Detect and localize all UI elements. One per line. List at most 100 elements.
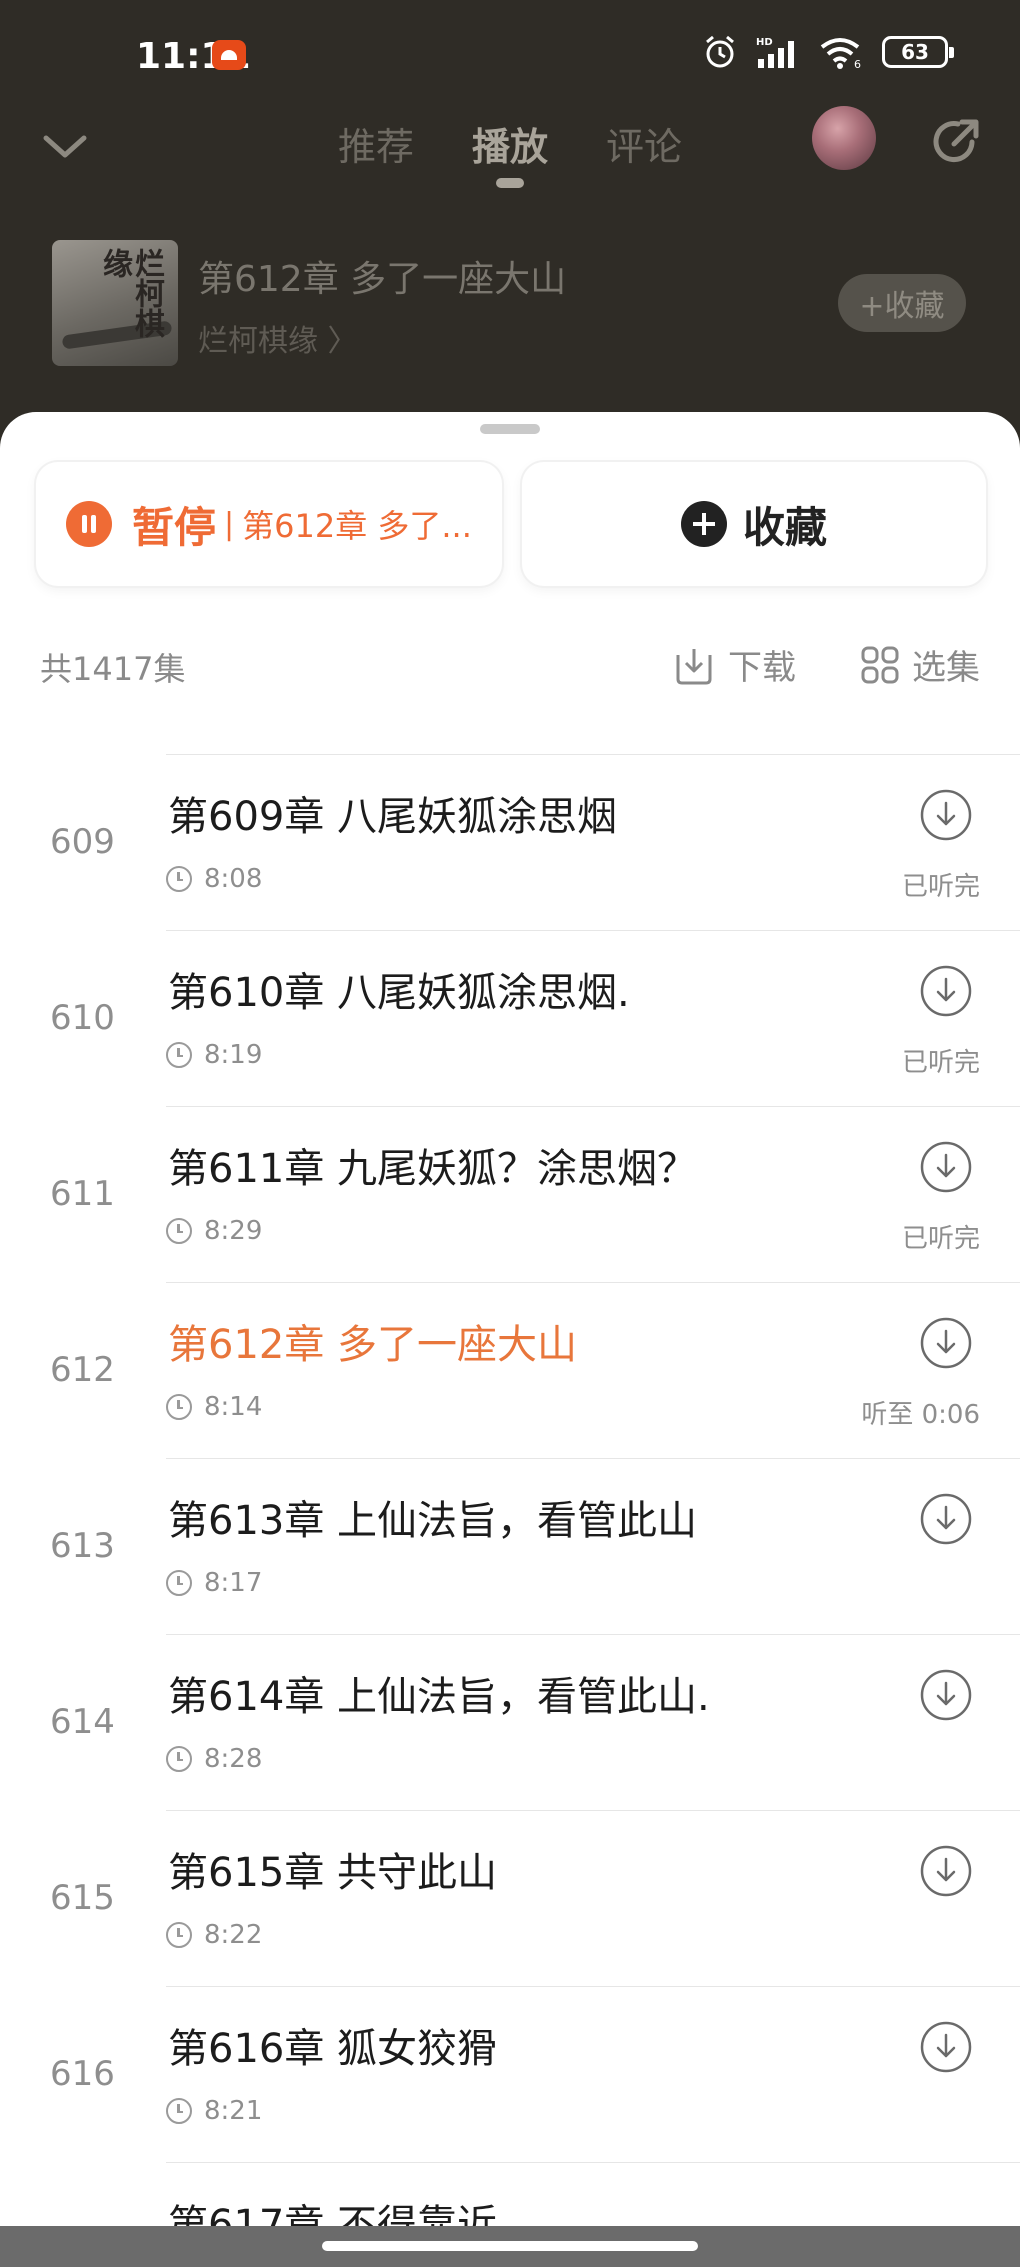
status-bar: 11:11 HD 6 63 xyxy=(0,0,1020,110)
episode-duration: 8:22 xyxy=(166,1920,262,1950)
episode-row[interactable]: 615 第615章 共守此山 8:22 xyxy=(0,1810,1020,1986)
episode-download-button[interactable] xyxy=(919,788,973,842)
chevron-down-icon[interactable] xyxy=(40,122,90,172)
download-icon xyxy=(676,648,712,684)
active-tab-indicator xyxy=(496,178,524,188)
episode-download-button[interactable] xyxy=(919,2020,973,2074)
cover-title: 烂柯棋缘 xyxy=(97,248,164,338)
episode-duration: 8:14 xyxy=(166,1392,262,1422)
duration-value: 8:28 xyxy=(204,1744,263,1774)
now-playing-author-link[interactable]: 烂柯棋缘 〉 xyxy=(198,316,358,360)
episode-row[interactable]: 610 第610章 八尾妖狐涂思烟. 8:19 已听完 xyxy=(0,930,1020,1106)
download-circle-icon xyxy=(920,965,972,1017)
app-notification-icon xyxy=(212,40,246,70)
tab-recommend[interactable]: 推荐 xyxy=(338,116,414,171)
svg-text:6: 6 xyxy=(854,58,861,69)
tab-comments[interactable]: 评论 xyxy=(606,116,682,171)
episode-status: 已听完 xyxy=(901,1224,980,1254)
download-circle-icon xyxy=(920,1669,972,1721)
episode-title: 第616章 狐女狡猾 xyxy=(168,2026,498,2072)
download-circle-icon xyxy=(920,1141,972,1193)
download-circle-icon xyxy=(920,1845,972,1897)
duration-value: 8:22 xyxy=(204,1920,263,1950)
wifi-icon: 6 xyxy=(820,38,861,69)
home-indicator[interactable] xyxy=(322,2241,698,2251)
episode-title: 第615章 共守此山 xyxy=(168,1850,498,1896)
episode-number: 616 xyxy=(50,2054,115,2094)
header-favorite-button[interactable]: +收藏 xyxy=(838,274,966,332)
duration-value: 8:08 xyxy=(204,864,263,894)
episode-number: 610 xyxy=(50,998,115,1038)
episode-title: 第609章 八尾妖狐涂思烟 xyxy=(168,794,618,840)
download-circle-icon xyxy=(920,2021,972,2073)
clock-icon xyxy=(166,1570,192,1596)
clock-icon xyxy=(166,866,192,892)
download-circle-icon xyxy=(920,789,972,841)
episode-number: 609 xyxy=(50,822,115,862)
gesture-bar xyxy=(0,2226,1020,2267)
select-episodes-label: 选集 xyxy=(912,648,980,688)
collect-button[interactable]: 收藏 xyxy=(522,462,986,586)
episode-status: 听至 0:06 xyxy=(861,1400,980,1430)
episode-row[interactable]: 613 第613章 上仙法旨，看管此山 8:17 xyxy=(0,1458,1020,1634)
episode-duration: 8:17 xyxy=(166,1568,262,1598)
episode-number: 613 xyxy=(50,1526,115,1566)
episode-row[interactable]: 612 第612章 多了一座大山 8:14 听至 0:06 xyxy=(0,1282,1020,1458)
episode-number: 614 xyxy=(50,1702,115,1742)
alarm-icon xyxy=(706,35,734,68)
episode-duration: 8:19 xyxy=(166,1040,262,1070)
battery-level: 63 xyxy=(901,40,929,64)
episode-status: 已听完 xyxy=(901,872,980,902)
grid-icon xyxy=(861,646,899,683)
episode-download-button[interactable] xyxy=(919,964,973,1018)
episode-number: 612 xyxy=(50,1350,115,1390)
episode-sheet: 暂停 | 第612章 多了... 收藏 共1417集 下载 选集 609 第609… xyxy=(0,412,1020,2267)
signal-icon: HD xyxy=(756,37,794,68)
tab-playing[interactable]: 播放 xyxy=(472,116,548,171)
episode-row[interactable]: 614 第614章 上仙法旨，看管此山. 8:28 xyxy=(0,1634,1020,1810)
episode-number: 615 xyxy=(50,1878,115,1918)
clock-icon xyxy=(166,1746,192,1772)
sheet-drag-handle[interactable] xyxy=(480,424,540,434)
episode-duration: 8:28 xyxy=(166,1744,262,1774)
clock-icon xyxy=(166,1922,192,1948)
top-nav: 推荐 播放 评论 xyxy=(0,100,1020,200)
pause-button[interactable]: 暂停 | 第612章 多了... xyxy=(36,462,502,586)
episode-count: 共1417集 xyxy=(40,650,186,688)
share-icon[interactable] xyxy=(928,114,984,170)
episode-download-button[interactable] xyxy=(919,1316,973,1370)
episode-title: 第610章 八尾妖狐涂思烟. xyxy=(168,970,630,1016)
episode-title: 第612章 多了一座大山 xyxy=(168,1322,578,1368)
clock-icon xyxy=(166,1218,192,1244)
episode-download-button[interactable] xyxy=(919,1844,973,1898)
episode-row[interactable]: 609 第609章 八尾妖狐涂思烟 8:08 已听完 xyxy=(0,754,1020,930)
episode-duration: 8:21 xyxy=(166,2096,262,2126)
pause-separator: | xyxy=(224,506,235,542)
pause-icon xyxy=(66,501,112,547)
clock-icon xyxy=(166,1394,192,1420)
select-episodes-button[interactable]: 选集 xyxy=(860,640,980,689)
episode-number: 611 xyxy=(50,1174,115,1214)
avatar[interactable] xyxy=(812,106,876,170)
episode-row[interactable]: 611 第611章 九尾妖狐？涂思烟？ 8:29 已听完 xyxy=(0,1106,1020,1282)
pause-chapter-label: 第612章 多了... xyxy=(242,507,472,545)
download-label: 下载 xyxy=(728,648,796,688)
episode-download-button[interactable] xyxy=(919,1492,973,1546)
episode-row[interactable]: 616 第616章 狐女狡猾 8:21 xyxy=(0,1986,1020,2162)
duration-value: 8:17 xyxy=(204,1568,263,1598)
duration-value: 8:19 xyxy=(204,1040,263,1070)
episode-download-button[interactable] xyxy=(919,1668,973,1722)
episode-download-button[interactable] xyxy=(919,1140,973,1194)
episode-status: 已听完 xyxy=(901,1048,980,1078)
download-button[interactable]: 下载 xyxy=(672,640,796,689)
status-icons: HD 6 63 xyxy=(702,34,954,70)
clock-icon xyxy=(166,2098,192,2124)
episode-duration: 8:08 xyxy=(166,864,262,894)
download-circle-icon xyxy=(920,1317,972,1369)
duration-value: 8:29 xyxy=(204,1216,263,1246)
plus-circle-icon xyxy=(680,501,727,547)
collect-label: 收藏 xyxy=(742,502,827,552)
duration-value: 8:14 xyxy=(204,1392,263,1422)
book-cover[interactable]: 烂柯棋缘 xyxy=(52,240,178,366)
clock-icon xyxy=(166,1042,192,1068)
